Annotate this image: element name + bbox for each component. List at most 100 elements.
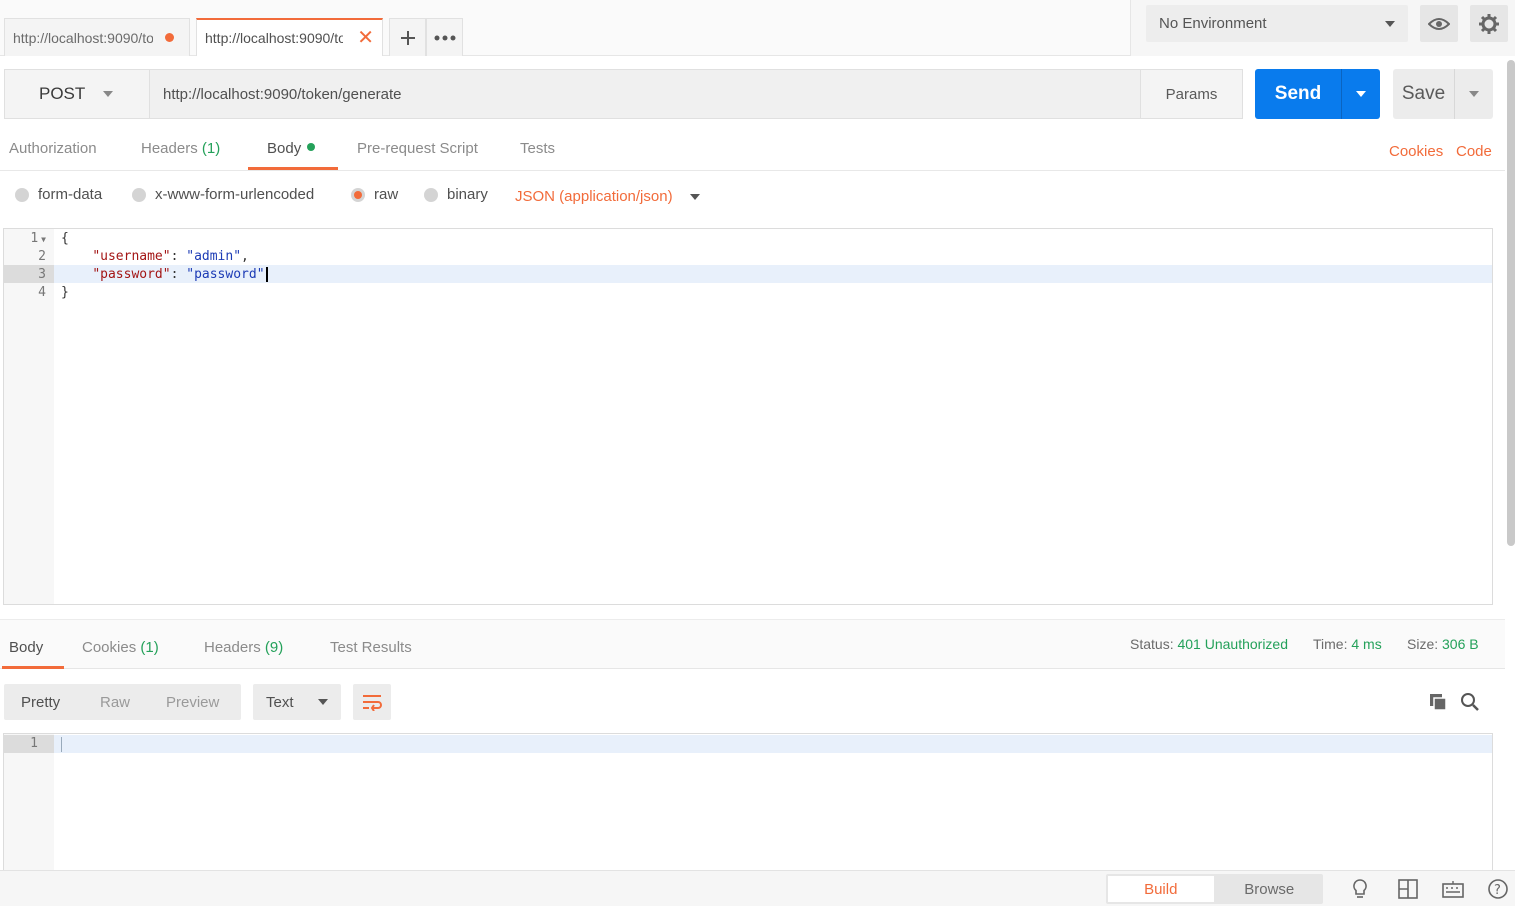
size-value[interactable]: 306 B <box>1442 636 1479 652</box>
close-tab-icon[interactable]: ✕ <box>357 28 374 48</box>
request-tab-bar: http://localhost:9090/token/generate htt… <box>0 0 1131 56</box>
code-link[interactable]: Code <box>1456 143 1492 160</box>
json-key: "password" <box>92 267 171 282</box>
response-format-select[interactable]: Text <box>253 684 341 720</box>
method-select[interactable]: POST <box>4 69 149 119</box>
line-number: 1 ▼ <box>30 231 46 246</box>
layout-icon <box>1398 879 1418 899</box>
request-tab-active[interactable]: http://localhost:9090/token/generate ✕ <box>196 18 383 56</box>
url-input[interactable]: http://localhost:9090/token/generate <box>149 69 1141 119</box>
json-value: "password" <box>186 267 265 282</box>
unsaved-dot-icon <box>165 33 174 42</box>
two-pane-view-button[interactable] <box>1395 876 1421 902</box>
tab-body[interactable]: Body <box>267 140 316 157</box>
search-response-button[interactable] <box>1458 690 1482 714</box>
preview-button[interactable]: Preview <box>149 694 228 711</box>
browse-button[interactable]: Browse <box>1216 874 1324 904</box>
code-line: { <box>61 231 69 246</box>
request-tab[interactable]: http://localhost:9090/token/generate <box>4 18 190 56</box>
headers-count-badge: (9) <box>264 639 284 656</box>
radio-label: x-www-form-urlencoded <box>155 186 315 203</box>
response-tab-test-results[interactable]: Test Results <box>330 639 412 656</box>
radio-label: binary <box>447 186 488 203</box>
pretty-button[interactable]: Pretty <box>4 694 83 711</box>
tab-label: Tests <box>520 140 556 157</box>
tab-tests[interactable]: Tests <box>520 140 555 157</box>
radio-raw[interactable]: raw <box>351 186 398 203</box>
radio-urlencoded[interactable]: x-www-form-urlencoded <box>132 186 314 203</box>
environment-quick-look-button[interactable] <box>1420 5 1458 42</box>
chevron-down-icon <box>318 699 328 705</box>
text-cursor <box>266 267 268 282</box>
environment-select[interactable]: No Environment <box>1146 5 1408 42</box>
build-button[interactable]: Build <box>1108 876 1214 902</box>
response-tab-headers[interactable]: Headers (9) <box>204 639 283 656</box>
tab-label: Authorization <box>9 140 97 157</box>
wrap-lines-button[interactable] <box>353 684 391 720</box>
save-options-button[interactable] <box>1454 69 1493 119</box>
plus-icon <box>400 30 415 45</box>
content-type-value: JSON (application/json) <box>515 188 673 205</box>
divider <box>0 170 1505 171</box>
lightbulb-icon <box>1353 879 1367 898</box>
tab-prerequest-script[interactable]: Pre-request Script <box>357 140 478 157</box>
tab-label: Test Results <box>330 639 412 656</box>
fold-arrow-icon: ▼ <box>41 235 46 244</box>
response-body-viewer[interactable]: 1 <box>3 733 1493 873</box>
send-button[interactable]: Send <box>1255 69 1341 119</box>
tab-label: Body <box>267 140 302 157</box>
tab-label: Pre-request Script <box>357 140 478 157</box>
status-readout: Status: 401 Unauthorized <box>1130 636 1288 652</box>
request-body-editor[interactable]: 1 ▼ 2 3 4 { "username": "admin", "passwor… <box>3 228 1493 605</box>
send-label: Send <box>1274 83 1322 104</box>
status-value[interactable]: 401 Unauthorized <box>1177 636 1288 652</box>
new-tab-button[interactable] <box>389 18 426 56</box>
wrap-lines-icon <box>363 695 382 711</box>
params-button[interactable]: Params <box>1141 69 1243 119</box>
json-value: "admin" <box>186 249 242 264</box>
time-label: Time: <box>1313 636 1348 652</box>
chevron-down-icon <box>103 91 114 97</box>
more-tabs-button[interactable] <box>426 18 463 56</box>
params-label: Params <box>1165 85 1218 103</box>
radio-form-data[interactable]: form-data <box>15 186 102 203</box>
build-browse-toggle: Build Browse <box>1106 874 1323 904</box>
request-tab-title: http://localhost:9090/token/generate <box>13 29 153 46</box>
manage-environments-button[interactable] <box>1470 5 1508 42</box>
content-type-select[interactable]: JSON (application/json) <box>515 188 700 205</box>
keyboard-shortcuts-button[interactable] <box>1440 876 1466 902</box>
cookies-link[interactable]: Cookies <box>1389 143 1443 160</box>
code-line: "username": "admin", <box>92 249 249 264</box>
raw-button[interactable]: Raw <box>83 694 149 711</box>
radio-circle-icon <box>424 187 438 202</box>
response-tab-cookies[interactable]: Cookies (1) <box>82 639 159 656</box>
request-tab-title: http://localhost:9090/token/generate <box>205 30 344 46</box>
tab-headers[interactable]: Headers (1) <box>141 140 220 157</box>
radio-selected-icon <box>351 187 365 202</box>
send-options-button[interactable] <box>1341 69 1380 119</box>
code-line: } <box>61 285 69 300</box>
environment-selected: No Environment <box>1159 15 1267 32</box>
chevron-down-icon <box>689 193 700 200</box>
active-tab-underline <box>2 666 64 669</box>
radio-binary[interactable]: binary <box>424 186 488 203</box>
radio-circle-icon <box>132 187 146 202</box>
line-number: 3 <box>38 267 46 282</box>
method-value: POST <box>39 84 86 103</box>
response-tab-body[interactable]: Body <box>9 639 43 656</box>
postman-window: http://localhost:9090/token/generate htt… <box>0 0 1515 906</box>
bootcamp-button[interactable] <box>1347 876 1373 902</box>
time-value[interactable]: 4 ms <box>1351 636 1381 652</box>
cookies-count-badge: (1) <box>140 639 159 656</box>
help-button[interactable]: ? <box>1485 876 1511 902</box>
text-cursor <box>61 737 62 752</box>
ellipsis-icon <box>434 35 455 40</box>
scrollbar[interactable] <box>1507 60 1515 546</box>
headers-count-badge: (1) <box>201 140 221 157</box>
copy-response-button[interactable] <box>1426 690 1450 714</box>
tab-authorization[interactable]: Authorization <box>9 140 97 157</box>
tab-label: Cookies <box>82 639 137 656</box>
chevron-down-icon <box>1356 91 1366 97</box>
tab-label: Headers <box>204 639 261 656</box>
save-button[interactable]: Save <box>1393 69 1454 119</box>
